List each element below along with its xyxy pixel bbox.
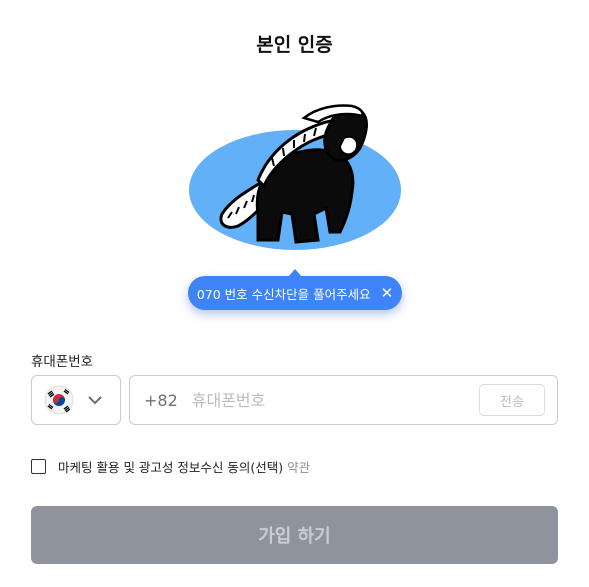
chevron-down-icon <box>88 396 102 405</box>
phone-field: +82 전송 <box>129 375 558 425</box>
honey-badger-illustration <box>189 104 401 250</box>
country-select[interactable] <box>31 375 121 425</box>
terms-link[interactable]: 약관 <box>287 457 310 476</box>
close-icon[interactable]: ✕ <box>381 285 394 301</box>
consent-label: 마케팅 활용 및 광고성 정보수신 동의(선택) <box>58 460 284 475</box>
signup-button[interactable]: 가입 하기 <box>31 506 558 564</box>
page-title: 본인 인증 <box>256 34 333 56</box>
korea-flag-icon <box>44 385 74 415</box>
consent-checkbox[interactable] <box>31 459 46 474</box>
country-code: +82 <box>144 390 178 410</box>
tooltip-unblock-070: 070 번호 수신차단을 풀어주세요 ✕ <box>188 269 402 310</box>
phone-label: 휴대폰번호 <box>31 354 94 370</box>
phone-input[interactable] <box>189 389 464 411</box>
send-button[interactable]: 전송 <box>479 384 545 416</box>
tooltip-text: 070 번호 수신차단을 풀어주세요 <box>196 286 371 302</box>
marketing-consent: 마케팅 활용 및 광고성 정보수신 동의(선택) 약관 <box>31 457 310 476</box>
